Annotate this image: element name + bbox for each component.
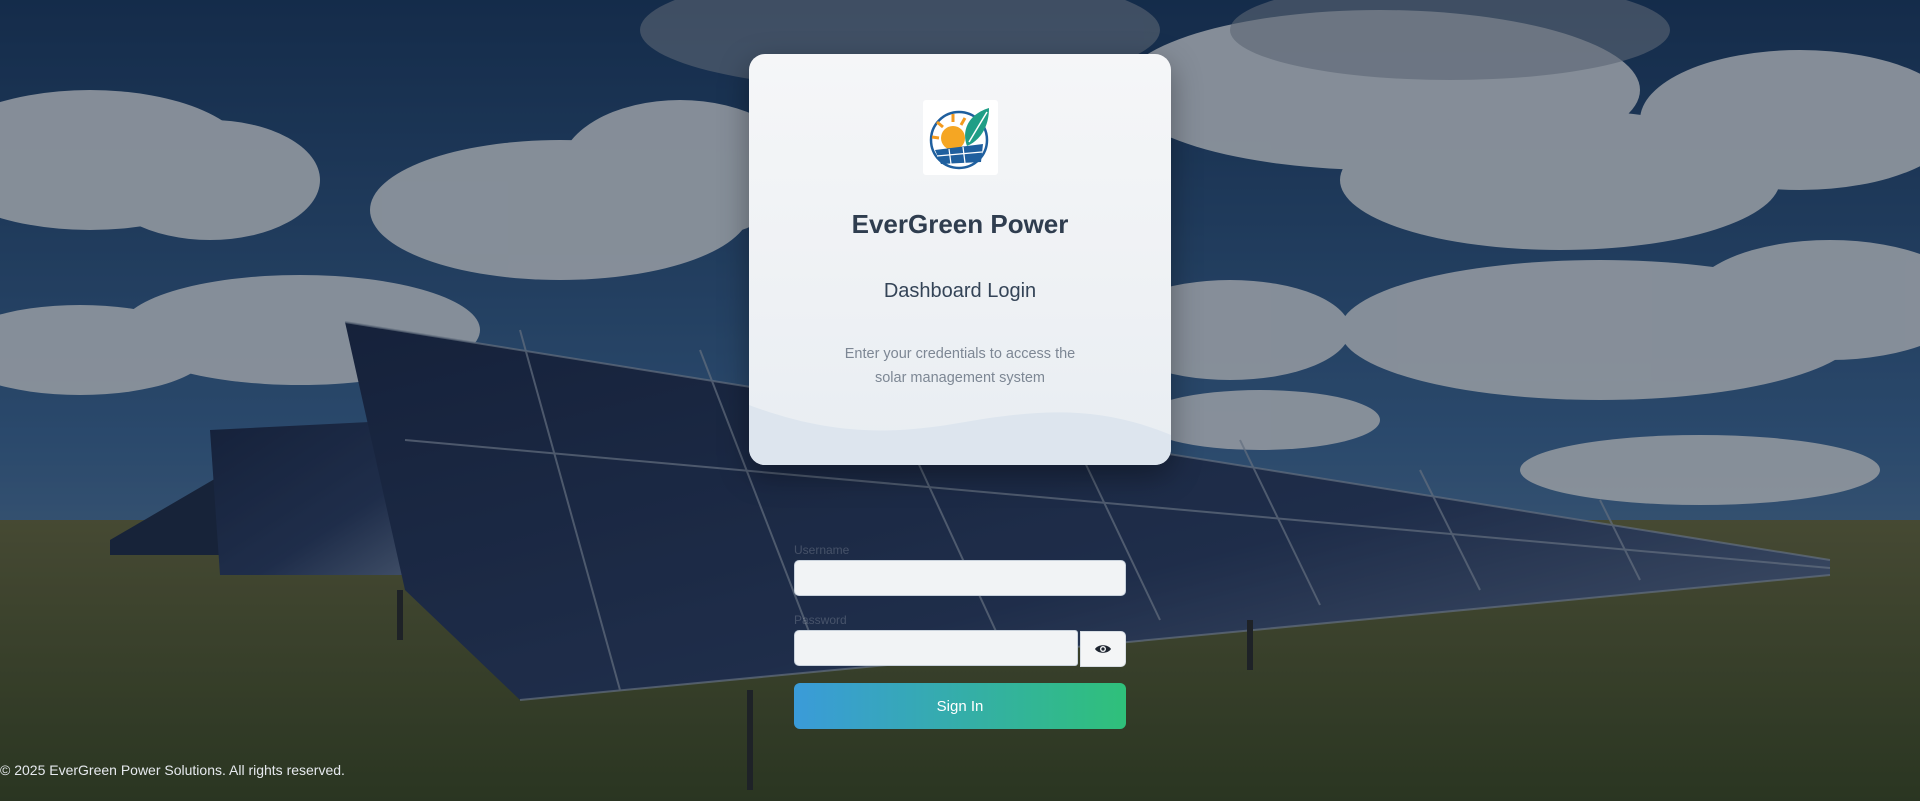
footer-copyright: © 2025 EverGreen Power Solutions. All ri… <box>0 762 345 778</box>
brand-logo <box>923 100 998 175</box>
login-form: Username Password Sign In <box>794 542 1126 729</box>
login-description: Enter your credentials to access the sol… <box>844 346 1076 386</box>
username-label: Username <box>794 543 850 557</box>
eye-icon <box>1095 645 1111 653</box>
username-input[interactable] <box>794 560 1126 596</box>
password-label: Password <box>794 613 847 627</box>
login-title: Dashboard Login <box>883 280 1037 302</box>
password-input[interactable] <box>794 630 1078 666</box>
login-card: EverGreen Power Dashboard Login Enter yo… <box>749 54 1171 465</box>
toggle-password-button[interactable] <box>1080 631 1126 667</box>
sign-in-button[interactable]: Sign In <box>794 683 1126 729</box>
card-wave-decoration <box>749 405 1171 465</box>
brand-name: EverGreen Power <box>851 209 1069 239</box>
password-row <box>794 630 1126 668</box>
